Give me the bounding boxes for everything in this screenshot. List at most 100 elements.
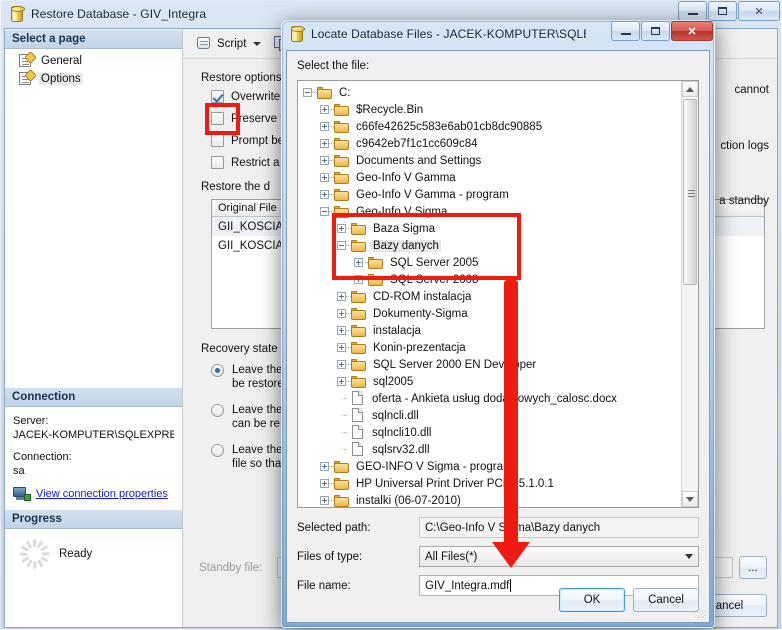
radio-line-1: Leave the — [232, 364, 283, 376]
close-button[interactable]: ✕ — [738, 1, 780, 21]
arrow-head — [492, 542, 530, 568]
expand-plus-icon[interactable] — [334, 288, 351, 305]
expand-plus-icon[interactable] — [334, 373, 351, 390]
radio-label: Leave the file so that — [232, 443, 284, 471]
checkbox-label: Prompt be — [231, 134, 285, 147]
collapse-minus-icon[interactable] — [300, 84, 317, 101]
selected-path-value: C:\Geo-Info V Sigma\Bazy danych — [419, 517, 699, 538]
locate-dialog-buttons[interactable]: OK Cancel — [551, 588, 699, 612]
page-script-icon — [19, 69, 37, 86]
files-of-type-value: All Files(*) — [425, 550, 478, 563]
tree-scrollbar[interactable] — [681, 81, 698, 507]
locate-window-title: Locate Database Files - JACEK-KOMPUTER\S… — [311, 27, 586, 41]
standby-browse-button[interactable]: ... — [739, 556, 767, 579]
text-caret — [510, 579, 512, 592]
tree-item-label: sqlsrv32.dll — [372, 443, 430, 456]
prompt-checkbox[interactable] — [211, 134, 224, 147]
view-connection-properties-row[interactable]: View connection properties — [13, 487, 174, 501]
sidebar-item-options[interactable]: Options — [11, 69, 178, 87]
expand-plus-icon[interactable] — [317, 492, 334, 507]
folder-icon — [351, 324, 367, 338]
minimize-button[interactable] — [678, 1, 707, 21]
minimize-button[interactable] — [611, 21, 640, 41]
tree-item-label: c66fe42625c583e6ab01cb8dc90885 — [356, 120, 543, 133]
expand-plus-icon[interactable] — [317, 458, 334, 475]
connection-label: Connection: — [13, 451, 72, 463]
chevron-down-icon[interactable] — [680, 548, 697, 565]
locate-caption-buttons[interactable]: ✕ — [610, 21, 713, 41]
close-icon: ✕ — [754, 5, 764, 18]
folder-icon — [334, 494, 350, 508]
radio-line-2: file so that — [232, 458, 285, 470]
tree-line — [334, 424, 351, 441]
tree-item-label: instalacja — [373, 324, 421, 337]
folder-icon — [334, 477, 350, 491]
tree-item[interactable]: Geo-Info V Gamma — [300, 169, 681, 186]
recovery-radio-3[interactable] — [211, 444, 224, 457]
restore-caption-buttons[interactable]: ✕ — [677, 1, 780, 21]
folder-icon — [351, 375, 367, 389]
resize-grip[interactable] — [695, 609, 705, 619]
recovery-radio-1[interactable] — [211, 364, 224, 377]
expand-plus-icon[interactable] — [317, 118, 334, 135]
file-name-value: GIV_Integra.mdf — [425, 579, 510, 592]
script-button[interactable]: Script — [191, 34, 265, 53]
close-button[interactable]: ✕ — [671, 21, 713, 41]
sidebar-item-label: Options — [39, 72, 83, 85]
files-of-type-select[interactable]: All Files(*) — [419, 546, 699, 567]
tree-item[interactable]: Documents and Settings — [300, 152, 681, 169]
tree-item[interactable]: Geo-Info V Gamma - program — [300, 186, 681, 203]
expand-plus-icon[interactable] — [317, 152, 334, 169]
tree-item[interactable]: $Recycle.Bin — [300, 101, 681, 118]
restrict-checkbox[interactable] — [211, 156, 224, 169]
computer-connection-icon — [13, 487, 31, 501]
maximize-button[interactable] — [708, 1, 737, 21]
radio-line-1: Leave the — [232, 404, 283, 416]
expand-plus-icon[interactable] — [317, 169, 334, 186]
scroll-thumb[interactable] — [683, 99, 697, 285]
view-connection-properties-link[interactable]: View connection properties — [36, 487, 168, 501]
maximize-button[interactable] — [641, 21, 670, 41]
restore-window-title: Restore Database - GIV_Integra — [31, 7, 207, 21]
scroll-up-arrow-icon[interactable] — [682, 81, 698, 97]
screen: Restore Database - GIV_Integra ✕ Select … — [0, 0, 782, 630]
tree-item-label: $Recycle.Bin — [356, 103, 424, 116]
tree-item-label: c9642eb7f1c1cc609c84 — [356, 137, 478, 150]
cancel-button[interactable]: Cancel — [633, 588, 699, 612]
radio-tail-3: a standby — [719, 195, 769, 207]
selected-path-label: Selected path: — [297, 521, 371, 534]
tree-item[interactable]: C: — [300, 84, 681, 101]
tree-item-label: C: — [339, 86, 351, 99]
tree-item[interactable]: c66fe42625c583e6ab01cb8dc90885 — [300, 118, 681, 135]
select-a-page-header: Select a page — [5, 29, 182, 49]
overwrite-checkbox[interactable] — [211, 90, 224, 103]
caret-down-icon[interactable] — [253, 41, 262, 46]
file-name-pointer-arrow — [491, 280, 531, 572]
expand-plus-icon[interactable] — [317, 475, 334, 492]
expand-plus-icon[interactable] — [334, 305, 351, 322]
radio-line-1: Leave the — [232, 444, 283, 456]
connection-value: sa — [13, 465, 25, 477]
tree-item-label: sqlncli10.dll — [372, 426, 432, 439]
tree-item-label: CD-ROM instalacja — [373, 290, 472, 303]
file-name-label: File name: — [297, 579, 351, 592]
recovery-radio-2[interactable] — [211, 404, 224, 417]
tree-scroll-area[interactable]: C: $Recycle.Bin c66fe42625c583e6ab01cb8dc9… — [298, 81, 681, 507]
expand-plus-icon[interactable] — [317, 135, 334, 152]
locate-titlebar[interactable]: Locate Database Files - JACEK-KOMPUTER\S… — [281, 20, 715, 48]
tree-line — [334, 407, 351, 424]
tree-line — [334, 390, 351, 407]
expand-plus-icon[interactable] — [334, 339, 351, 356]
ok-button[interactable]: OK — [559, 588, 625, 612]
checkbox-label: Overwrite — [231, 90, 281, 103]
folder-icon — [351, 358, 367, 372]
expand-plus-icon[interactable] — [317, 101, 334, 118]
expand-plus-icon[interactable] — [317, 186, 334, 203]
expand-plus-icon[interactable] — [334, 356, 351, 373]
database-cylinder-icon — [10, 6, 25, 22]
sidebar-item-general[interactable]: General — [11, 51, 178, 69]
tree-item[interactable]: c9642eb7f1c1cc609c84 — [300, 135, 681, 152]
expand-plus-icon[interactable] — [334, 322, 351, 339]
scroll-down-arrow-icon[interactable] — [682, 491, 698, 507]
radio-line-2: be restore — [232, 378, 284, 390]
